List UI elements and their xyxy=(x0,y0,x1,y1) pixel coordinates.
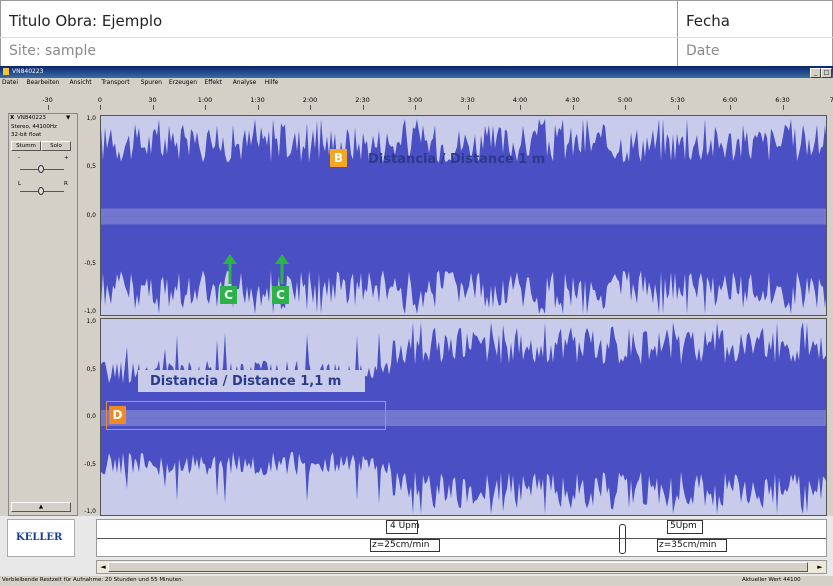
ruler-label: 4:00 xyxy=(512,96,528,104)
track-format: Stereo, 44100Hz xyxy=(11,124,57,130)
ruler-label: 4:30 xyxy=(565,96,580,104)
track-bit-depth: 32-bit float xyxy=(11,132,42,138)
annotation-d-highlight-box xyxy=(106,401,386,430)
menu-item-effekt[interactable]: Effekt xyxy=(205,79,222,86)
window-title: VN840223 xyxy=(12,68,44,75)
ruler-label: 5:00 xyxy=(617,96,633,104)
keller-logo-text: KELLER xyxy=(16,532,63,543)
scroll-thumb[interactable] xyxy=(108,562,808,572)
ruler-tick xyxy=(47,105,49,110)
track-name[interactable]: VN840223 xyxy=(17,115,46,121)
ruler-label: 6:30 xyxy=(775,96,790,104)
ruler-label: 1:00 xyxy=(197,96,213,104)
date-label: Fecha xyxy=(686,12,730,30)
amplitude-label: 0,0 xyxy=(86,211,96,219)
ruler-tick xyxy=(677,105,679,110)
minimize-button[interactable]: _ xyxy=(810,68,821,78)
ruler-label: 5:30 xyxy=(670,96,685,104)
track-control-panel xyxy=(8,113,78,516)
ruler-label: 0 xyxy=(97,96,103,104)
amplitude-label: 0,5 xyxy=(86,163,96,171)
ruler-tick xyxy=(362,105,364,110)
ruler-tick xyxy=(152,105,154,110)
menu-item-bearbeiten[interactable]: Bearbeiten xyxy=(27,79,60,86)
amplitude-label: -1,0 xyxy=(84,508,96,515)
annotation-c-badge-2: C xyxy=(272,286,289,304)
ruler-tick xyxy=(520,105,521,110)
amplitude-label: 0,0 xyxy=(86,413,96,420)
track-close-button[interactable]: X xyxy=(10,115,14,121)
ruler-tick xyxy=(467,105,469,110)
restore-button[interactable]: □ xyxy=(821,68,832,78)
annotation-d-text: Distancia / Distance 1,1 m xyxy=(150,374,342,389)
arrow-up-icon xyxy=(275,254,289,284)
ruler-label: 1:30 xyxy=(250,96,265,104)
menu-item-hilfe[interactable]: Hilfe xyxy=(265,79,279,86)
ruler-tick xyxy=(100,105,101,110)
segment-marker[interactable] xyxy=(619,524,626,554)
mute-button[interactable]: Stumm xyxy=(11,141,41,151)
waveform-channel-left[interactable] xyxy=(100,115,827,316)
window-titlebar[interactable] xyxy=(0,66,833,78)
ruler-tick xyxy=(310,105,311,110)
pan-right-label: R xyxy=(64,181,68,187)
amplitude-label: 1,0 xyxy=(86,318,96,325)
pan-left-label: L xyxy=(18,181,22,187)
annotation-c-badge-1: C xyxy=(220,286,237,304)
ruler-tick xyxy=(782,105,784,110)
ruler-tick xyxy=(415,105,416,110)
menu-item-datei[interactable]: Datei xyxy=(2,79,18,86)
track-menu-arrow-icon[interactable]: ▼ xyxy=(66,115,70,121)
ruler-label: 30 xyxy=(148,96,157,104)
ruler-tick xyxy=(205,105,206,110)
ruler-label: -30 xyxy=(42,96,53,104)
document-header: Titulo Obra: Ejemplo Site: sample Fecha … xyxy=(0,0,833,66)
solo-button[interactable]: Solo xyxy=(41,141,71,151)
menu-item-transport[interactable]: Transport xyxy=(101,79,129,86)
ruler-label: 2:30 xyxy=(355,96,370,104)
date-sublabel: Date xyxy=(686,43,720,59)
status-left: Verbleibende Restzeit für Aufnahme: 20 S… xyxy=(2,577,184,583)
pan-slider-thumb[interactable] xyxy=(38,187,44,195)
annotation-b-badge: B xyxy=(330,149,347,167)
ruler-tick xyxy=(625,105,626,110)
ruler-label: 3:30 xyxy=(460,96,475,104)
gain-slider-thumb[interactable] xyxy=(38,165,44,173)
amplitude-label: -0,5 xyxy=(84,259,96,267)
scroll-left-icon[interactable]: ◄ xyxy=(98,562,108,572)
status-right: Aktueller Wert 44100 xyxy=(742,577,801,583)
amplitude-label: -0,5 xyxy=(84,460,96,468)
menu-item-erzeugen[interactable]: Erzeugen xyxy=(169,79,197,86)
site-label: Site: sample xyxy=(9,43,96,59)
scroll-right-icon[interactable]: ► xyxy=(815,562,825,572)
amplitude-label: 1,0 xyxy=(86,115,96,122)
gain-plus-label: + xyxy=(64,155,69,161)
ruler-label: 2:00 xyxy=(302,96,318,104)
title-label: Titulo Obra: Ejemplo xyxy=(9,12,163,30)
ruler-label: 3:00 xyxy=(407,96,423,104)
waveform-left-graph xyxy=(101,119,826,314)
amplitude-label: 0,5 xyxy=(86,365,96,373)
speed-label-1: z=25cm/min xyxy=(372,540,430,550)
ruler-tick xyxy=(730,105,731,110)
collapse-track-button[interactable]: ▲ xyxy=(11,502,71,512)
speed-label-2: z=35cm/min xyxy=(659,540,717,550)
ruler-tick xyxy=(257,105,259,110)
rate-label-1: 4 Upm xyxy=(390,521,420,531)
menu-item-ansicht[interactable]: Ansicht xyxy=(70,79,92,86)
menu-item-spuren[interactable]: Spuren xyxy=(141,79,162,86)
ruler-tick xyxy=(572,105,574,110)
gain-minus-label: - xyxy=(18,155,20,161)
amplitude-label: -1,0 xyxy=(84,308,96,315)
app-icon xyxy=(3,68,9,75)
menu-item-analyse[interactable]: Analyse xyxy=(233,79,257,86)
arrow-up-icon xyxy=(223,254,237,284)
annotation-b-text: Distancia / Distance 1 m xyxy=(368,152,546,167)
ruler-label: 6:00 xyxy=(722,96,738,104)
rate-label-2: 5Upm xyxy=(670,521,697,531)
annotation-d-badge: D xyxy=(109,406,126,424)
